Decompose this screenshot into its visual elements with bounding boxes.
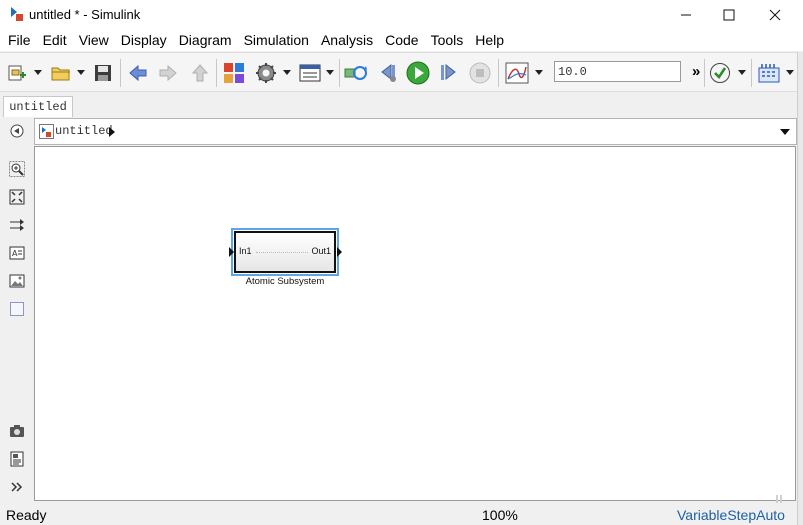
menu-edit[interactable]: Edit [37,30,73,51]
model-config-dropdown[interactable] [283,70,291,75]
maximize-button[interactable] [706,0,752,30]
resize-grip-icon[interactable] [774,490,786,503]
new-model-icon[interactable] [6,60,28,86]
image-icon[interactable] [8,272,26,290]
address-dropdown-icon[interactable] [780,129,790,135]
model-explorer-dropdown[interactable] [326,70,334,75]
build-icon[interactable] [756,60,782,86]
build-dropdown[interactable] [786,70,794,75]
subsystem-internal-line [256,252,308,253]
menu-display[interactable]: Display [115,30,173,51]
title-bar: untitled * - Simulink [0,0,803,30]
menu-file[interactable]: File [2,30,37,51]
model-explorer-icon[interactable] [298,60,322,86]
open-dropdown[interactable] [77,70,85,75]
signal-routing-icon[interactable] [8,216,26,234]
input-port-label: In1 [239,246,252,256]
menu-code[interactable]: Code [379,30,424,51]
simulink-window: untitled * - Simulink File Edit View Dis… [0,0,803,525]
update-diagram-icon[interactable] [344,60,368,86]
data-inspector-dropdown[interactable] [535,70,543,75]
close-button[interactable] [752,0,798,30]
run-icon[interactable] [405,60,431,86]
toolbar-separator [216,59,217,87]
output-port-arrow[interactable] [337,247,342,257]
stop-icon[interactable] [468,60,492,86]
output-port-label: Out1 [311,246,331,256]
up-icon[interactable] [189,60,211,86]
minimize-button[interactable] [663,0,709,30]
stop-time-field[interactable] [554,61,681,82]
status-bar: Ready 100% VariableStepAuto [0,503,803,525]
menu-help[interactable]: Help [469,30,510,51]
annotation-icon[interactable]: A [8,244,26,262]
model-icon [39,124,54,139]
toolbar-separator [498,59,499,87]
back-icon[interactable] [127,60,149,86]
new-model-dropdown[interactable] [34,70,42,75]
open-icon[interactable] [49,60,73,86]
expand-icon[interactable] [8,478,26,496]
model-canvas[interactable] [34,146,796,501]
window-title: untitled * - Simulink [29,7,141,22]
menu-view[interactable]: View [73,30,115,51]
breadcrumb[interactable]: untitled [55,124,113,138]
model-config-icon[interactable] [254,60,278,86]
data-inspector-icon[interactable] [504,60,530,86]
tab-untitled[interactable]: untitled [3,96,73,117]
menu-analysis[interactable]: Analysis [315,30,379,51]
report-icon[interactable] [8,450,26,468]
zoom-icon[interactable] [8,160,26,178]
input-port-arrow[interactable] [229,247,234,257]
toolbar-overflow-icon[interactable]: » [692,63,700,80]
library-browser-icon[interactable] [222,60,246,86]
menu-diagram[interactable]: Diagram [173,30,238,51]
svg-text:A: A [12,249,18,258]
area-icon[interactable] [8,300,26,318]
forward-icon[interactable] [157,60,179,86]
tool-palette: A [0,117,34,505]
window-edge [797,52,803,525]
status-text: Ready [6,507,47,523]
hide-explorer-icon[interactable] [8,122,26,140]
breadcrumb-arrow-icon[interactable] [109,127,115,137]
toolbar-separator [120,59,121,87]
toolbar-separator [704,59,705,87]
model-browser-address-bar: untitled [34,118,797,145]
simulink-app-icon [9,6,25,22]
save-icon[interactable] [92,60,114,86]
snapshot-icon[interactable] [8,422,26,440]
zoom-level: 100% [482,507,518,523]
menu-bar: File Edit View Display Diagram Simulatio… [0,30,803,51]
toolbar-separator [339,59,340,87]
fit-view-icon[interactable] [8,188,26,206]
atomic-subsystem-block[interactable]: In1 Out1 [234,231,336,273]
model-advisor-icon[interactable] [708,60,732,86]
menu-tools[interactable]: Tools [425,30,470,51]
menu-simulation[interactable]: Simulation [238,30,315,51]
step-forward-icon[interactable] [438,60,460,86]
block-name-label[interactable]: Atomic Subsystem [234,276,336,287]
toolbar-separator [751,59,752,87]
model-advisor-dropdown[interactable] [738,70,746,75]
step-back-icon[interactable] [377,60,399,86]
solver-link[interactable]: VariableStepAuto [677,507,785,523]
model-tabs: untitled [0,93,797,117]
